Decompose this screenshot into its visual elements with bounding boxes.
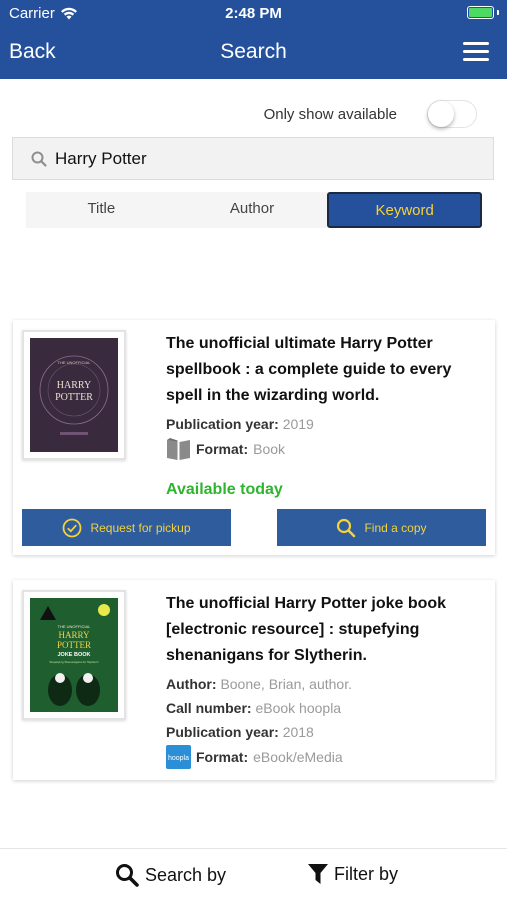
search-by-button[interactable]: Search by [115,863,226,887]
publication-year: Publication year: 2018 [166,721,487,743]
publication-year-label: Publication year: [166,724,279,740]
only-available-toggle[interactable] [427,100,477,128]
search-icon [31,151,47,167]
only-available-label: Only show available [263,105,397,123]
book-icon [167,438,190,460]
segment-author[interactable]: Author [177,192,328,228]
status-bar: Carrier 2:48 PM [0,0,507,28]
svg-text:HARRY: HARRY [57,380,91,391]
filter-by-label: Filter by [334,863,399,884]
svg-text:THE UNOFFICIAL: THE UNOFFICIAL [58,624,92,629]
search-icon [116,864,139,887]
format-label: Format: [196,441,249,457]
search-input[interactable] [55,148,475,169]
author-value: Boone, Brian, author. [220,676,352,692]
request-pickup-label: Request for pickup [90,520,191,535]
book-cover-image: THE UNOFFICIAL HARRY POTTER [30,338,118,452]
filter-by-button[interactable]: Filter by [308,863,398,885]
book-cover-image: THE UNOFFICIAL HARRY POTTER JOKE BOOK St… [30,598,118,712]
svg-text:hoopla: hoopla [168,755,189,762]
author-label: Author: [166,676,217,692]
nav-bar: Back Search [0,30,507,76]
search-bar [12,137,494,180]
svg-text:THE UNOFFICIAL: THE UNOFFICIAL [58,360,92,365]
result-info: The unofficial ultimate Harry Potter spe… [166,331,487,499]
svg-text:POTTER: POTTER [55,392,93,403]
book-cover: THE UNOFFICIAL HARRY POTTER JOKE BOOK St… [22,590,126,720]
book-title[interactable]: The unofficial ultimate Harry Potter spe… [166,331,487,409]
svg-text:POTTER: POTTER [57,640,91,650]
top-bar: Carrier 2:48 PM Back Search [0,0,507,79]
result-info: The unofficial Harry Potter joke book [e… [166,591,487,769]
find-copy-button[interactable]: Find a copy [277,509,486,546]
search-by-label: Search by [145,864,227,885]
segment-title[interactable]: Title [26,192,177,228]
result-card[interactable]: THE UNOFFICIAL HARRY POTTER JOKE BOOK St… [13,580,495,780]
publication-year-label: Publication year: [166,416,279,432]
availability-status: Available today [166,481,283,498]
format-row: hoopla Format: eBook/eMedia [166,745,487,769]
segment-keyword[interactable]: Keyword [327,192,483,228]
request-pickup-button[interactable]: Request for pickup [22,509,231,546]
call-number-value: eBook hoopla [255,700,342,716]
svg-text:Stupefying Shenanigans for Sly: Stupefying Shenanigans for Slytherin [49,660,99,664]
call-number-label: Call number: [166,700,252,716]
result-card[interactable]: THE UNOFFICIAL HARRY POTTER The unoffici… [13,320,495,555]
battery-icon [467,6,499,19]
author: Author: Boone, Brian, author. [166,673,487,695]
publication-year: Publication year: 2019 [166,413,487,435]
search-type-segments: Title Author Keyword [26,192,483,228]
book-cover: THE UNOFFICIAL HARRY POTTER [22,330,126,460]
checkmark-circle-icon [63,518,82,537]
svg-text:JOKE BOOK: JOKE BOOK [57,652,90,658]
publication-year-value: 2019 [282,416,314,432]
call-number: Call number: eBook hoopla [166,697,487,719]
toggle-knob [428,101,454,127]
format-value: eBook/eMedia [253,749,343,765]
format-row: Format: Book [166,437,487,461]
hamburger-menu-icon[interactable] [463,42,489,62]
hoopla-icon: hoopla [166,745,191,769]
format-label: Format: [196,749,249,765]
status-time: 2:48 PM [225,5,282,22]
bottom-toolbar: Search by Filter by [0,848,507,900]
format-value: Book [253,441,286,457]
page-title: Search [220,40,287,63]
only-available-row: Only show available [264,100,477,128]
book-title[interactable]: The unofficial Harry Potter joke book [e… [166,591,487,669]
find-copy-label: Find a copy [364,520,427,535]
publication-year-value: 2018 [282,724,314,740]
svg-text:HARRY: HARRY [58,630,90,640]
search-icon [337,518,356,537]
filter-icon [308,864,328,884]
